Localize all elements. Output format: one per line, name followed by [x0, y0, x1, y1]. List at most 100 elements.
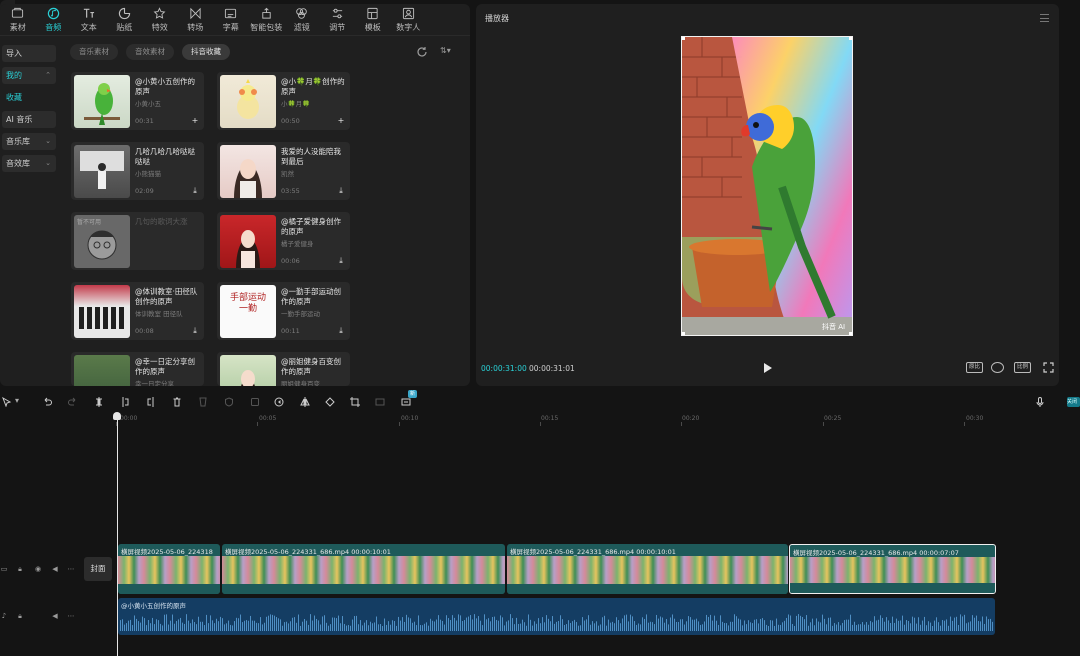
audio-card[interactable]: @丽姐健身百变创作的原声 丽姐健身百变	[217, 352, 350, 386]
rotate-icon[interactable]	[325, 397, 335, 407]
resize-handle[interactable]	[682, 37, 685, 40]
video-clip-selected[interactable]: 横屏视频2025-05-06_224331_686.mp4 00:00:07:0…	[789, 544, 996, 594]
sidebar-item-music-library[interactable]: 音乐库 ⌄	[2, 133, 56, 150]
sort-dropdown[interactable]: ⇅▾	[440, 46, 451, 55]
audio-clip[interactable]: @小黄小五创作的原声	[118, 598, 995, 635]
recognize-icon[interactable]	[401, 397, 411, 407]
toolbar-caption[interactable]: 字幕	[213, 4, 249, 36]
toolbar-smart-pack[interactable]: 智能包装	[249, 4, 285, 36]
audio-card[interactable]: @幸一日定分享创作的原声 幸一日定分享	[71, 352, 204, 386]
toolbar-text[interactable]: 文本	[71, 4, 107, 36]
playhead-handle[interactable]	[113, 412, 121, 420]
reverse-icon[interactable]	[274, 397, 284, 407]
sidebar-item-sfx-library[interactable]: 音效库 ⌄	[2, 155, 56, 172]
eye-icon[interactable]: ◉	[34, 565, 42, 573]
toolbar-effects[interactable]: 特效	[142, 4, 178, 36]
preview-canvas[interactable]: 抖音 AI	[681, 36, 853, 336]
sidebar-item-ai-music[interactable]: AI 音乐	[2, 111, 56, 128]
resize-handle[interactable]	[849, 37, 852, 40]
audio-card[interactable]: @橘子爱健身创作的原声 橘子爱健身 00:06 ⤓	[217, 212, 350, 270]
aspect-ratio-button[interactable]: 比例	[1014, 362, 1031, 373]
toolbar-adjust[interactable]: 调节	[320, 4, 356, 36]
card-title: @橘子爱健身创作的原声	[281, 217, 341, 236]
select-tool-icon[interactable]	[2, 397, 12, 407]
sidebar-item-import[interactable]: 导入	[2, 45, 56, 62]
card-thumbnail	[74, 285, 130, 338]
audio-card[interactable]: 暂不可用 几句的歌词大涨	[71, 212, 204, 270]
split-icon[interactable]	[94, 397, 104, 407]
video-clip[interactable]: 横屏视频2025-05-06_224331_686.mp4 00:00:10:0…	[507, 544, 788, 594]
toolbar-sticker[interactable]: 贴纸	[107, 4, 143, 36]
shield-icon[interactable]	[224, 397, 234, 407]
add-icon[interactable]: +	[190, 116, 200, 126]
audio-card[interactable]: @小🍀月🍀创作的原声 小🍀月🍀 00:50 +	[217, 72, 350, 130]
toolbar-template[interactable]: 模板	[355, 4, 391, 36]
microphone-icon[interactable]	[1035, 397, 1045, 407]
timeline-ruler[interactable]: 00:00 00:05 00:10 00:15 00:20 00:25 00:3…	[116, 412, 1080, 426]
filter-douyin-favorites[interactable]: 抖音收藏	[182, 44, 230, 60]
image-icon[interactable]	[375, 397, 385, 407]
original-ratio-button[interactable]: 原比	[966, 362, 983, 373]
video-clip[interactable]: 横屏视频2025-05-06_224318	[118, 544, 220, 594]
card-author: 一勤手部运动	[281, 310, 320, 318]
audio-card[interactable]: @小黄小五创作的原声 小黄小五 00:31 +	[71, 72, 204, 130]
toolbar-audio[interactable]: 音频	[36, 4, 72, 36]
resize-handle[interactable]	[849, 332, 852, 335]
toolbar-transition[interactable]: 转场	[178, 4, 214, 36]
toolbar-media[interactable]: 素材	[0, 4, 36, 36]
freeze-icon[interactable]	[250, 397, 260, 407]
fullscreen-icon[interactable]	[1043, 362, 1054, 373]
video-clip[interactable]: 横屏视频2025-05-06_224331_686.mp4 00:00:10:0…	[222, 544, 505, 594]
card-title: @丽姐健身百变创作的原声	[281, 357, 341, 376]
toggle-badge[interactable]: 关闭	[1067, 397, 1080, 407]
focus-icon[interactable]	[991, 362, 1004, 373]
card-title: @体训教室·田径队创作的原声	[135, 287, 198, 306]
add-icon[interactable]: +	[336, 116, 346, 126]
playhead[interactable]	[117, 414, 118, 656]
filter-sfx-assets[interactable]: 音效素材	[126, 44, 174, 60]
sidebar-item-mine[interactable]: 我的 ⌃	[2, 67, 56, 84]
refresh-icon[interactable]	[416, 46, 428, 58]
toolbar-label: 模板	[364, 23, 381, 32]
lock-icon[interactable]: 🔒︎	[16, 612, 24, 620]
download-icon[interactable]: ⤓	[190, 326, 200, 336]
audio-card[interactable]: @体训教室·田径队创作的原声 体训教室 田径队 00:08 ⤓	[71, 282, 204, 340]
mask-icon[interactable]	[198, 397, 208, 407]
audio-card[interactable]: 我爱的人没能陪我到最后 凯然 03:55 ⤓	[217, 142, 350, 200]
split-left-icon[interactable]	[120, 397, 130, 407]
sidebar-item-favorites[interactable]: 收藏	[2, 89, 56, 106]
redo-icon[interactable]	[68, 397, 78, 407]
mirror-icon[interactable]	[300, 397, 310, 407]
text-icon	[84, 8, 95, 18]
audio-card[interactable]: 手部运动 一勤 @一勤手部运动创作的原声 一勤手部运动 00:11 ⤓	[217, 282, 350, 340]
crop-icon[interactable]	[350, 397, 360, 407]
card-title: 几句的歌词大涨	[135, 217, 188, 226]
toolbar-avatar[interactable]: 数字人	[391, 4, 427, 36]
more-icon[interactable]: ⋯	[67, 565, 75, 573]
volume-icon[interactable]: ◀︎	[51, 612, 59, 620]
ruler-label: 00:30	[966, 415, 984, 422]
undo-icon[interactable]	[42, 397, 52, 407]
ruler-label: 00:05	[259, 415, 277, 422]
download-icon[interactable]: ⤓	[190, 186, 200, 196]
download-icon[interactable]: ⤓	[336, 256, 346, 266]
toolbar-label: 调节	[329, 23, 346, 32]
play-icon[interactable]	[763, 362, 773, 374]
download-icon[interactable]: ⤓	[336, 186, 346, 196]
volume-icon[interactable]: ◀︎	[51, 565, 59, 573]
audio-card[interactable]: 几哈几哈几哈哒哒哒哒 小熊猫猫 02:09 ⤓	[71, 142, 204, 200]
delete-icon[interactable]	[172, 397, 182, 407]
resize-handle[interactable]	[682, 332, 685, 335]
toolbar-label: 滤镜	[293, 23, 310, 32]
download-icon[interactable]: ⤓	[336, 326, 346, 336]
clip-label: 横屏视频2025-05-06_224331_686.mp4 00:00:10:0…	[225, 548, 391, 556]
toolbar-filter[interactable]: 滤镜	[284, 4, 320, 36]
filter-music-assets[interactable]: 音乐素材	[70, 44, 118, 60]
sidebar-item-label: 音效库	[6, 159, 30, 168]
menu-icon[interactable]	[1040, 14, 1049, 22]
lock-icon[interactable]: 🔒︎	[16, 565, 24, 573]
cover-button[interactable]: 封面	[84, 557, 112, 581]
chevron-down-icon[interactable]: ▾	[15, 396, 19, 405]
more-icon[interactable]: ⋯	[67, 612, 75, 620]
split-right-icon[interactable]	[146, 397, 156, 407]
